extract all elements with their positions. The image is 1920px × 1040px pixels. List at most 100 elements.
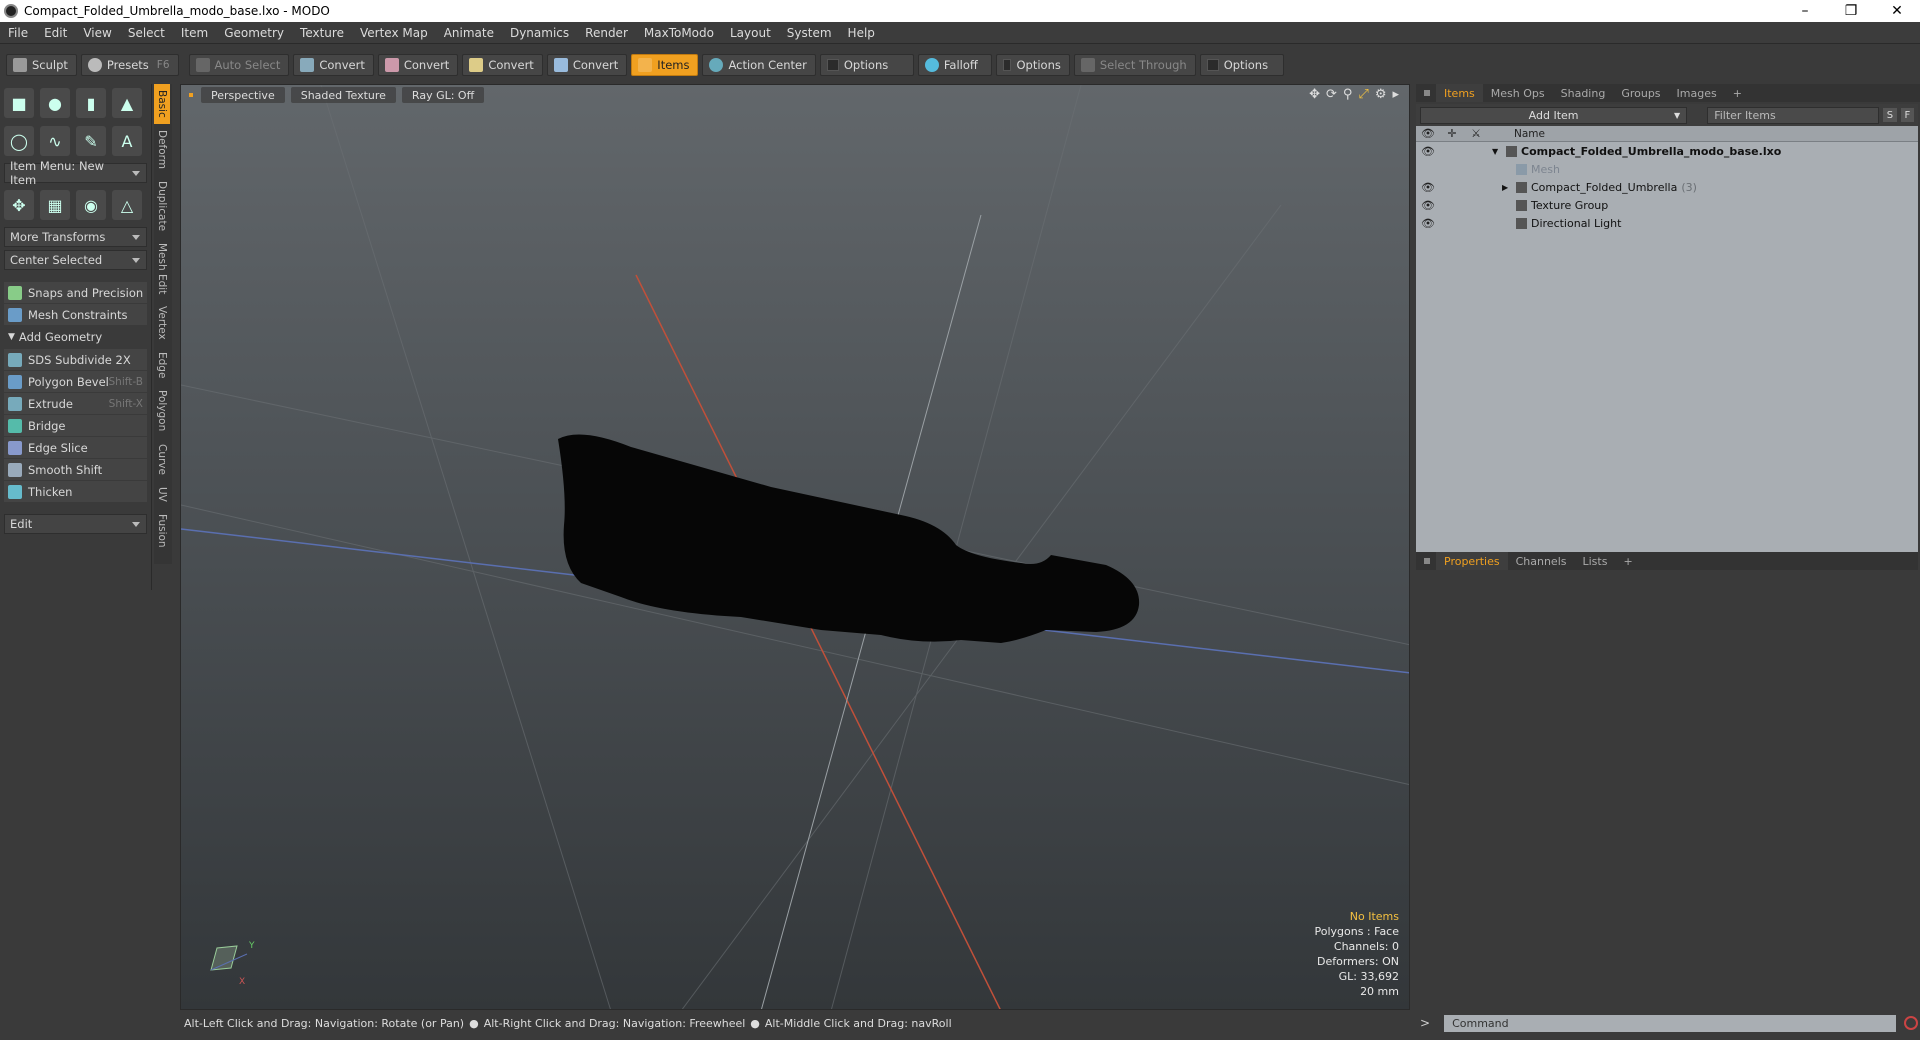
umbrella-mesh[interactable] [558,434,1140,644]
tool-thicken[interactable]: Thicken [4,481,147,502]
tab-groups[interactable]: Groups [1613,84,1668,102]
select-through-button[interactable]: Select Through [1073,54,1196,76]
tree-row[interactable]: 👁 Directional Light [1416,214,1918,232]
viewport-tab-shaded-texture[interactable]: Shaded Texture [290,87,396,103]
more-transforms-dropdown[interactable]: More Transforms [4,227,147,247]
visibility-eye-icon[interactable]: 👁 [1416,217,1440,230]
tool-polygon-bevel[interactable]: Polygon Bevel Shift-B [4,371,147,392]
expand-arrow-icon[interactable]: ▶ [1502,183,1516,192]
filter-items-input[interactable]: Filter Items [1707,106,1880,124]
snaps-precision-button[interactable]: Snaps and Precision [4,282,147,303]
menu-vertex-map[interactable]: Vertex Map [352,26,436,40]
tree-row[interactable]: 👁 ▼ Compact_Folded_Umbrella_modo_base.lxo [1416,142,1918,160]
tool-extrude[interactable]: Extrude Shift-X [4,393,147,414]
sphere-icon[interactable]: ● [40,88,70,118]
auto-select-button[interactable]: Auto Select [188,54,290,76]
viewport-scene[interactable]: Y X [181,85,1410,1010]
visibility-eye-icon[interactable]: 👁 [1416,199,1440,212]
menu-edit[interactable]: Edit [36,26,75,40]
menu-geometry[interactable]: Geometry [216,26,292,40]
cylinder-icon[interactable]: ▮ [76,88,106,118]
viewport-tab-perspective[interactable]: Perspective [201,87,285,103]
tab-properties[interactable]: Properties [1436,552,1508,570]
tab-items[interactable]: Items [1436,84,1483,102]
menu-system[interactable]: System [779,26,840,40]
convert-edges-button[interactable]: Convert [377,54,459,76]
grid-icon[interactable]: ▦ [40,190,70,220]
sidetab-uv[interactable]: UV [154,481,170,508]
sidetab-basic[interactable]: Basic [154,84,170,124]
tree-row[interactable]: Mesh [1416,160,1918,178]
tab-shading[interactable]: Shading [1553,84,1614,102]
command-input[interactable]: Command [1444,1014,1897,1032]
add-item-dropdown[interactable]: Add Item ▼ [1420,106,1688,124]
visibility-eye-icon[interactable]: 👁 [1416,181,1440,194]
filter-s-button[interactable]: S [1883,108,1897,122]
menu-dynamics[interactable]: Dynamics [502,26,577,40]
text-icon[interactable]: A [112,126,142,156]
options-checkbox[interactable] [1002,59,1012,71]
add-tab-icon[interactable]: + [1615,552,1640,570]
tab-lists[interactable]: Lists [1575,552,1616,570]
tool-smooth-shift[interactable]: Smooth Shift [4,459,147,480]
viewport-menu-dot-icon[interactable] [189,93,193,97]
viewport-menu-icon[interactable]: ▸ [1392,87,1399,102]
cone-icon[interactable]: ▲ [112,88,142,118]
menu-view[interactable]: View [75,26,119,40]
tree-row[interactable]: 👁 ▶ Compact_Folded_Umbrella (3) [1416,178,1918,196]
convert-materials-button[interactable]: Convert [546,54,628,76]
center-selected-dropdown[interactable]: Center Selected [4,250,147,270]
move-view-icon[interactable]: ✥ [1309,87,1320,102]
sidetab-edge[interactable]: Edge [154,346,170,384]
transform-icon[interactable]: ✥ [4,190,34,220]
record-icon[interactable] [1904,1016,1919,1030]
action-center-options-button[interactable]: Options [819,54,914,76]
zoom-view-icon[interactable]: ⚲ [1343,87,1353,102]
menu-maxtomodo[interactable]: MaxToModo [636,26,722,40]
menu-animate[interactable]: Animate [436,26,502,40]
options-checkbox[interactable] [1206,59,1219,71]
tab-mesh-ops[interactable]: Mesh Ops [1483,84,1553,102]
close-icon[interactable]: ✕ [1874,0,1920,22]
tab-channels[interactable]: Channels [1508,552,1575,570]
sidetab-mesh-edit[interactable]: Mesh Edit [154,237,170,300]
select-through-options-button[interactable]: Options [1199,54,1284,76]
tool-bridge[interactable]: Bridge [4,415,147,436]
options-checkbox[interactable] [826,59,839,71]
sidetab-duplicate[interactable]: Duplicate [154,175,170,237]
menu-select[interactable]: Select [120,26,173,40]
visibility-eye-icon[interactable]: 👁 [1416,145,1440,158]
mesh-constraints-button[interactable]: Mesh Constraints [4,304,147,325]
globe-icon[interactable]: ◉ [76,190,106,220]
falloff-options-button[interactable]: Options [995,54,1070,76]
convert-polygons-button[interactable]: Convert [462,54,543,76]
sidetab-fusion[interactable]: Fusion [154,508,170,554]
menu-layout[interactable]: Layout [722,26,779,40]
rotate-view-icon[interactable]: ⟳ [1326,87,1337,102]
item-menu-dropdown[interactable]: Item Menu: New Item [4,159,147,187]
menu-file[interactable]: File [0,26,36,40]
falloff-button[interactable]: Falloff [917,54,992,76]
restore-icon[interactable]: ❐ [1828,0,1874,22]
tab-images[interactable]: Images [1669,84,1725,102]
pen-icon[interactable]: ✎ [76,126,106,156]
panel-menu-icon[interactable] [1424,558,1430,564]
menu-render[interactable]: Render [577,26,636,40]
menu-item[interactable]: Item [173,26,216,40]
sidetab-curve[interactable]: Curve [154,438,170,481]
capsule-icon[interactable]: ∿ [40,126,70,156]
menu-texture[interactable]: Texture [292,26,352,40]
items-mode-button[interactable]: Items [631,54,699,76]
3d-viewport[interactable]: Y X Perspective Shaded Texture Ray GL: Off… [180,84,1410,1010]
cube-icon[interactable]: ■ [4,88,34,118]
expand-arrow-icon[interactable]: ▼ [1492,147,1506,156]
view-settings-icon[interactable]: ⚙ [1375,87,1387,102]
panel-menu-icon[interactable] [1424,90,1430,96]
edit-dropdown[interactable]: Edit [4,514,147,534]
presets-button[interactable]: Presets F6 [80,54,179,76]
tree-row[interactable]: 👁 Texture Group [1416,196,1918,214]
tool-edge-slice[interactable]: Edge Slice [4,437,147,458]
add-tab-icon[interactable]: + [1725,84,1750,102]
sculpt-button[interactable]: Sculpt [6,54,77,76]
viewport-tab-ray-gl-off[interactable]: Ray GL: Off [401,87,485,103]
